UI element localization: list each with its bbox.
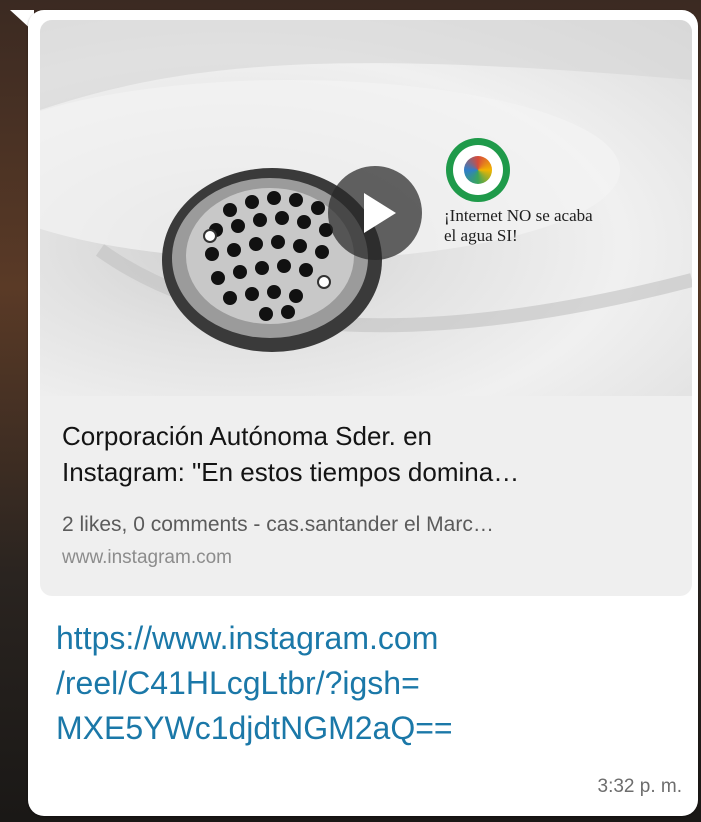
preview-description: 2 likes, 0 comments - cas.santander el M… [62,513,494,536]
thumbnail-caption: ¡Internet NO se acaba el agua SI! [444,206,664,246]
message-link[interactable]: https://www.instagram.com /reel/C41HLcgL… [56,616,676,751]
preview-title[interactable]: Corporación Autónoma Sder. en Instagram:… [62,418,682,490]
play-icon[interactable] [328,166,422,260]
video-thumbnail[interactable]: ¡Internet NO se acaba el agua SI! [40,20,692,396]
preview-title-line1: Corporación Autónoma Sder. en [62,421,433,451]
message-link-line1: https://www.instagram.com [56,620,439,656]
message-link-line2: /reel/C41HLcgLtbr/?igsh= [56,665,420,701]
preview-title-line2: Instagram: "En estos tiempos domina… [62,457,520,487]
thumbnail-caption-line2: el agua SI! [444,226,518,245]
organization-logo [446,138,510,202]
thumbnail-caption-line1: ¡Internet NO se acaba [444,206,593,225]
message-link-line3: MXE5YWc1djdtNGM2aQ== [56,710,453,746]
message-bubble[interactable]: ¡Internet NO se acaba el agua SI! Corpor… [28,10,698,816]
link-preview-card[interactable]: ¡Internet NO se acaba el agua SI! Corpor… [40,20,692,596]
preview-domain: www.instagram.com [62,547,232,568]
message-timestamp: 3:32 p. m. [597,776,683,797]
